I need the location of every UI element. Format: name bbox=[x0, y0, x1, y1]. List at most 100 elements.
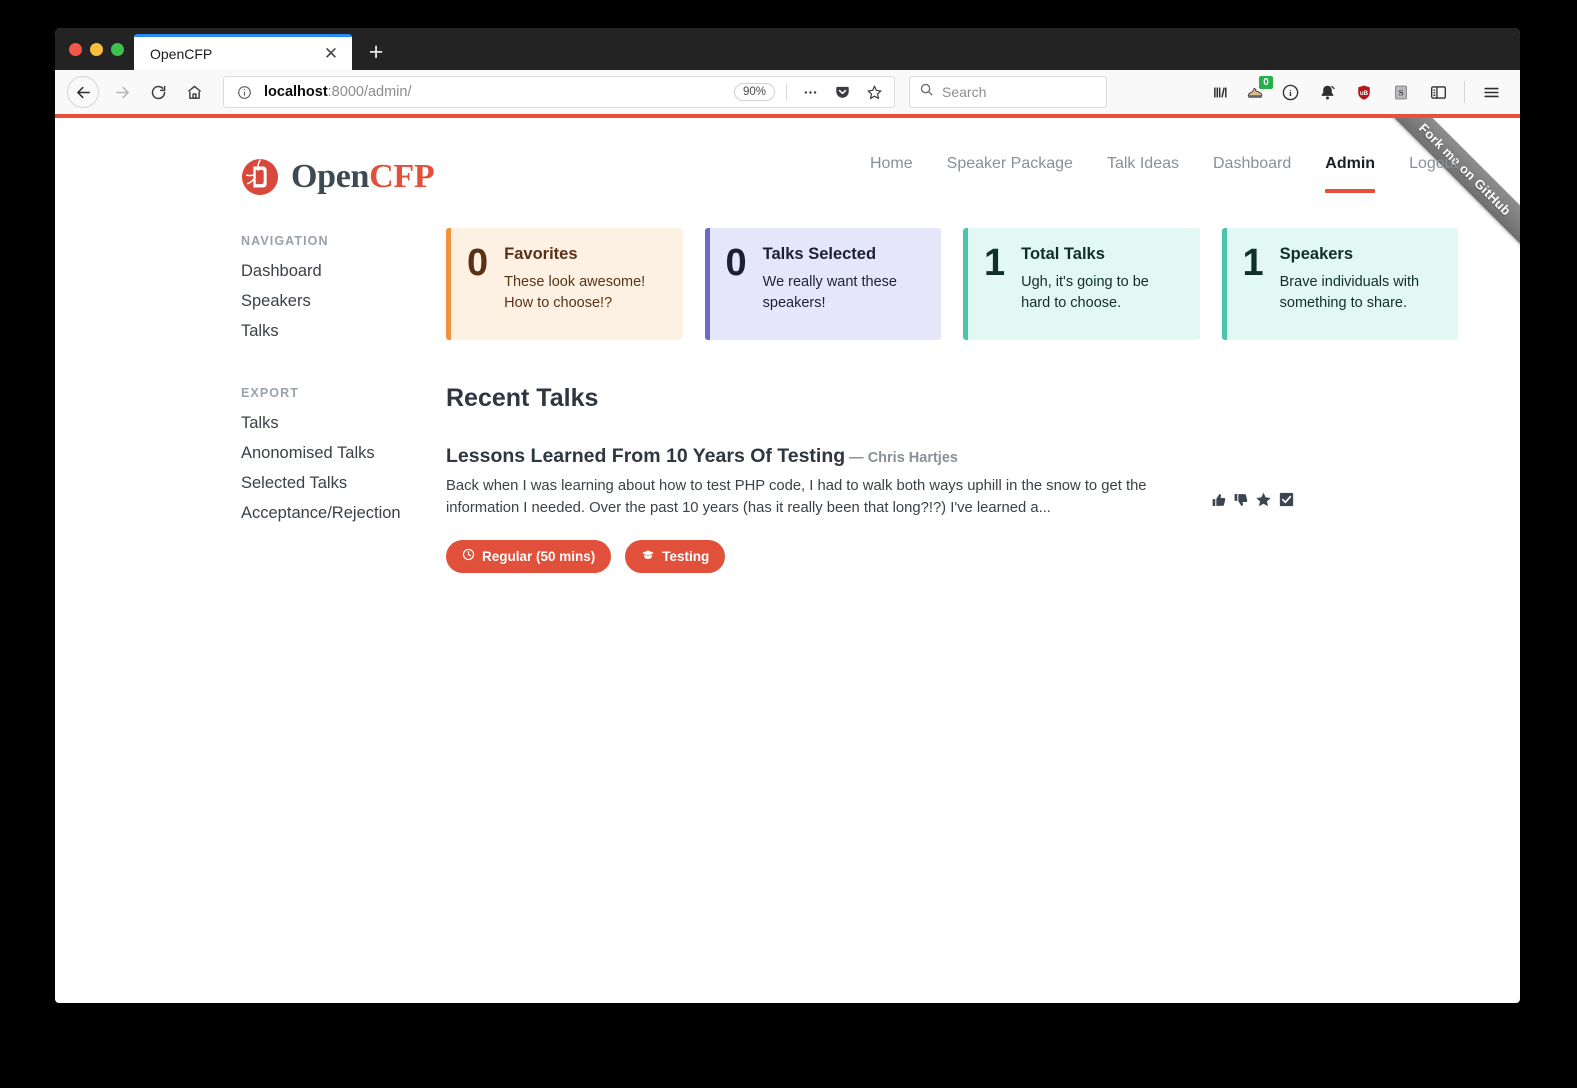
nav-item-speaker-package[interactable]: Speaker Package bbox=[947, 155, 1073, 199]
zoom-level-badge[interactable]: 90% bbox=[733, 83, 775, 101]
sidebar-toggle-icon[interactable] bbox=[1421, 75, 1455, 109]
sidebar-item-dashboard[interactable]: Dashboard bbox=[241, 262, 446, 281]
browser-toolbar: localhost:8000/admin/ 90% Search 0 i uB … bbox=[55, 70, 1520, 118]
main-column: 0 Favorites These look awesome! How to c… bbox=[446, 220, 1458, 573]
clock-icon bbox=[462, 548, 475, 564]
extension-shoe-icon[interactable]: 0 bbox=[1240, 76, 1273, 107]
sidebar-item-talks[interactable]: Talks bbox=[241, 322, 446, 341]
stat-cards: 0 Favorites These look awesome! How to c… bbox=[446, 228, 1458, 340]
site-header: OpenCFP Home Speaker Package Talk Ideas … bbox=[55, 118, 1520, 214]
talk-tag-category-label: Testing bbox=[662, 548, 710, 564]
browser-window: OpenCFP ✕ + localhost:8000/admin/ 90% Se… bbox=[55, 28, 1520, 1003]
stat-card-desc: We really want these speakers! bbox=[762, 274, 897, 312]
sidebar-item-speakers[interactable]: Speakers bbox=[241, 292, 446, 311]
stat-card-favorites[interactable]: 0 Favorites These look awesome! How to c… bbox=[446, 228, 683, 340]
url-path: :8000/admin/ bbox=[327, 84, 412, 100]
sidebar: NAVIGATION Dashboard Speakers Talks EXPO… bbox=[241, 220, 446, 573]
forward-arrow-icon[interactable] bbox=[105, 75, 139, 109]
stat-card-title: Talks Selected bbox=[762, 245, 877, 263]
star-icon[interactable] bbox=[1255, 491, 1272, 508]
stat-card-title: Favorites bbox=[504, 245, 578, 263]
sidebar-export-acceptance-rejection[interactable]: Acceptance/Rejection bbox=[241, 504, 446, 523]
notification-bell-icon[interactable] bbox=[1310, 75, 1344, 109]
ellipsis-icon[interactable] bbox=[798, 81, 822, 103]
main-navigation: Home Speaker Package Talk Ideas Dashboar… bbox=[870, 155, 1458, 199]
stat-card-value: 0 bbox=[467, 242, 489, 284]
info-circle-icon[interactable]: i bbox=[1273, 75, 1307, 109]
minimize-window-button[interactable] bbox=[90, 42, 103, 56]
brand-open: Open bbox=[291, 158, 370, 195]
stat-card-speakers[interactable]: 1 Speakers Brave individuals with someth… bbox=[1221, 228, 1458, 340]
talk-tags: Regular (50 mins) Testing bbox=[446, 539, 1191, 573]
nav-item-logout[interactable]: Logout bbox=[1409, 155, 1458, 199]
toolbar-icons: 0 i uB S bbox=[1203, 75, 1508, 109]
talk-title-link[interactable]: Lessons Learned From 10 Years Of Testing bbox=[446, 445, 845, 467]
opencfp-logo-icon bbox=[241, 158, 279, 196]
address-bar[interactable]: localhost:8000/admin/ 90% bbox=[223, 76, 895, 108]
brand-text: OpenCFP bbox=[291, 158, 435, 196]
brand-cfp: CFP bbox=[369, 158, 435, 195]
new-tab-button[interactable]: + bbox=[358, 34, 394, 70]
talk-tag-duration[interactable]: Regular (50 mins) bbox=[446, 539, 612, 573]
graduation-cap-icon bbox=[641, 548, 655, 565]
page-body: NAVIGATION Dashboard Speakers Talks EXPO… bbox=[55, 214, 1520, 573]
stat-card-value: 1 bbox=[984, 242, 1006, 284]
close-window-button[interactable] bbox=[69, 42, 82, 56]
stat-card-title: Total Talks bbox=[1021, 245, 1105, 263]
stat-card-talks-selected[interactable]: 0 Talks Selected We really want these sp… bbox=[704, 228, 941, 340]
stat-card-value: 1 bbox=[1242, 242, 1264, 284]
stat-card-desc: These look awesome! How to choose!? bbox=[504, 274, 646, 312]
thumbs-up-icon[interactable] bbox=[1211, 492, 1227, 508]
home-icon[interactable] bbox=[177, 75, 211, 109]
stat-card-total-talks[interactable]: 1 Total Talks Ugh, it's going to be hard… bbox=[963, 228, 1200, 340]
talk-author: — Chris Hartjes bbox=[849, 450, 958, 466]
sidebar-export-talks[interactable]: Talks bbox=[241, 414, 446, 433]
info-circle-icon[interactable] bbox=[232, 81, 256, 103]
page-title: Recent Talks bbox=[446, 384, 599, 412]
search-bar[interactable]: Search bbox=[909, 76, 1107, 108]
divider bbox=[1464, 81, 1465, 103]
divider bbox=[786, 83, 787, 101]
maximize-window-button[interactable] bbox=[111, 42, 124, 56]
sidebar-export-selected-talks[interactable]: Selected Talks bbox=[241, 474, 446, 493]
url-host: localhost bbox=[264, 84, 328, 100]
tab-title: OpenCFP bbox=[150, 45, 213, 62]
reload-icon[interactable] bbox=[141, 75, 175, 109]
stat-card-title: Speakers bbox=[1279, 245, 1354, 263]
stylish-s-icon[interactable]: S bbox=[1384, 75, 1418, 109]
hamburger-menu-icon[interactable] bbox=[1474, 75, 1508, 109]
nav-item-admin[interactable]: Admin bbox=[1325, 155, 1375, 199]
nav-item-talk-ideas[interactable]: Talk Ideas bbox=[1107, 155, 1179, 199]
brand-logo[interactable]: OpenCFP bbox=[241, 158, 435, 196]
browser-tab[interactable]: OpenCFP ✕ bbox=[134, 34, 352, 70]
search-input[interactable]: Search bbox=[942, 84, 986, 100]
talk-body: Lessons Learned From 10 Years Of Testing… bbox=[446, 445, 1191, 573]
window-controls bbox=[67, 28, 134, 70]
checkbox-checked-icon[interactable] bbox=[1278, 491, 1295, 508]
pocket-icon[interactable] bbox=[830, 81, 854, 103]
talk-tag-category[interactable]: Testing bbox=[625, 539, 726, 573]
close-tab-icon[interactable]: ✕ bbox=[320, 43, 342, 65]
stat-card-desc: Brave individuals with something to shar… bbox=[1279, 274, 1420, 312]
ublock-shield-icon[interactable]: uB bbox=[1347, 75, 1381, 109]
talk-list-item: Lessons Learned From 10 Years Of Testing… bbox=[446, 445, 1458, 573]
stat-card-desc: Ugh, it's going to be hard to choose. bbox=[1021, 274, 1149, 312]
sidebar-export-anonomised-talks[interactable]: Anonomised Talks bbox=[241, 444, 446, 463]
back-arrow-icon[interactable] bbox=[67, 76, 99, 108]
sidebar-heading-navigation: NAVIGATION bbox=[241, 234, 329, 248]
stat-card-value: 0 bbox=[725, 242, 747, 284]
svg-text:S: S bbox=[1399, 87, 1404, 97]
nav-item-dashboard[interactable]: Dashboard bbox=[1213, 155, 1291, 199]
talk-tag-duration-label: Regular (50 mins) bbox=[482, 548, 596, 564]
svg-text:uB: uB bbox=[1360, 89, 1369, 96]
url-text: localhost:8000/admin/ bbox=[264, 84, 412, 100]
talk-actions bbox=[1211, 491, 1295, 508]
nav-item-home[interactable]: Home bbox=[870, 155, 913, 199]
star-outline-icon[interactable] bbox=[862, 81, 886, 103]
extension-badge: 0 bbox=[1259, 76, 1273, 89]
sidebar-heading-export: EXPORT bbox=[241, 386, 299, 400]
talk-description: Back when I was learning about how to te… bbox=[446, 478, 1147, 516]
thumbs-down-icon[interactable] bbox=[1233, 492, 1249, 508]
svg-text:i: i bbox=[1289, 87, 1292, 97]
library-icon[interactable] bbox=[1203, 75, 1237, 109]
